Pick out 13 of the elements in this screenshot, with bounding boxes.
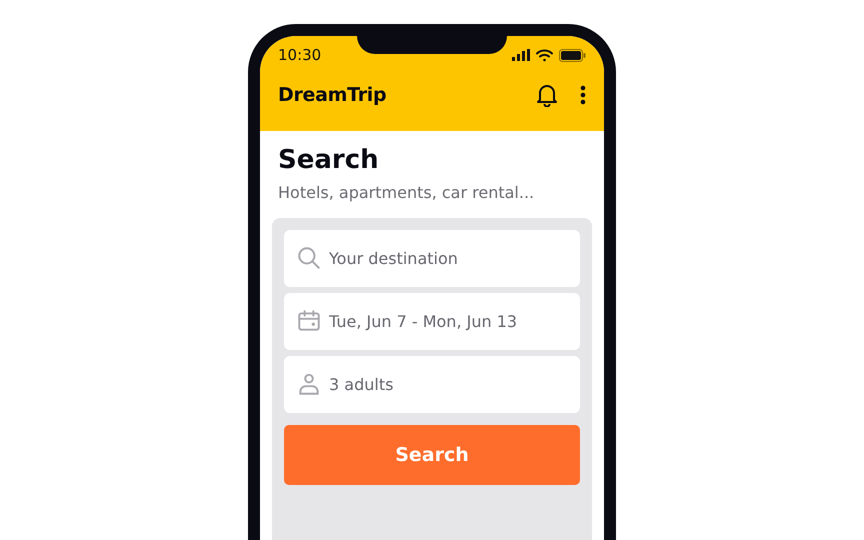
more-menu-button[interactable] <box>580 85 586 105</box>
status-time: 10:30 <box>278 46 322 64</box>
guests-field[interactable]: 3 adults <box>284 356 580 413</box>
notifications-button[interactable] <box>536 83 558 107</box>
destination-field[interactable]: Your destination <box>284 230 580 287</box>
search-icon <box>296 245 322 271</box>
page-title: Search <box>278 145 380 175</box>
app-title: DreamTrip <box>278 84 386 106</box>
page-subtitle: Hotels, apartments, car rental... <box>278 183 536 202</box>
wifi-icon <box>536 48 553 62</box>
signal-icon <box>512 49 530 61</box>
battery-icon <box>559 48 586 62</box>
dates-field[interactable]: Tue, Jun 7 - Mon, Jun 13 <box>284 293 580 350</box>
